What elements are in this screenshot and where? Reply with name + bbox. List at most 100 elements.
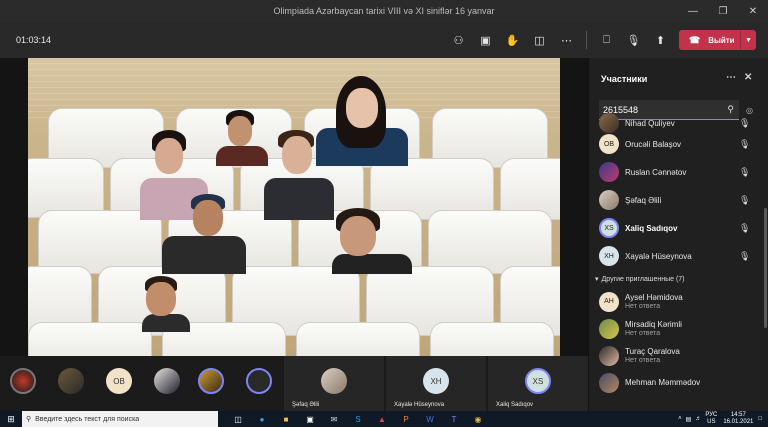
file-explorer-icon[interactable]: ■ xyxy=(274,411,298,427)
phone-hangup-icon: ☎ xyxy=(689,34,701,45)
taskbar-search-input[interactable]: ⚲ Введите здесь текст для поиска xyxy=(22,411,218,427)
avatar: XH xyxy=(599,246,619,266)
list-item[interactable]: XS Xaliq Sadıqov 🎙 xyxy=(589,214,761,242)
list-item[interactable]: Nihad Quliyev 🎙 xyxy=(589,113,761,133)
share-screen-icon[interactable]: ⬆ xyxy=(647,30,674,50)
camera-off-icon[interactable]: ⎕ xyxy=(593,30,620,50)
avatar[interactable] xyxy=(246,368,272,394)
search-icon[interactable]: ⚲ xyxy=(727,104,734,115)
participant-name: Şəfaq Əlili xyxy=(625,195,662,205)
avatar xyxy=(599,318,619,339)
avatar: XS xyxy=(525,368,551,394)
shared-video-feed xyxy=(28,58,560,356)
lang-bottom: US xyxy=(707,419,716,425)
teams-icon[interactable]: T xyxy=(442,411,466,427)
avatar[interactable] xyxy=(10,368,36,394)
avatar: XS xyxy=(599,218,619,238)
word-icon[interactable]: W xyxy=(418,411,442,427)
tile-name: Xaliq Sadıqov xyxy=(496,402,534,408)
avatar xyxy=(599,162,619,182)
participant-name: Mirsadiq Kərimli xyxy=(625,320,682,329)
participant-name: Xayalə Hüseynova xyxy=(625,251,692,261)
close-panel-icon[interactable]: ✕ xyxy=(744,72,752,83)
network-icon[interactable]: ▤ xyxy=(686,416,692,423)
store-icon[interactable]: ▣ xyxy=(298,411,322,427)
avatar: XH xyxy=(423,368,449,394)
other-invited-section[interactable]: ▾ Другие приглашенные (7) xyxy=(589,270,761,288)
participant-tile[interactable]: XH Xayalə Hüseynova xyxy=(386,356,486,411)
mic-icon: 🎙 xyxy=(739,250,751,261)
clock[interactable]: 14:57 16.01.2021 xyxy=(723,412,753,426)
participant-name: Turaç Qaralova xyxy=(625,347,680,356)
leave-label: Выйти xyxy=(708,35,735,45)
panel-title: Участники xyxy=(601,74,648,84)
more-icon[interactable]: ⋯ xyxy=(553,30,580,50)
participant-tile[interactable]: Şəfaq Əlili xyxy=(284,356,384,411)
share-tray-icon[interactable]: ◫ xyxy=(526,30,553,50)
participant-name: Orucəli Balaşov xyxy=(625,139,682,149)
mic-icon: 🎙 xyxy=(739,166,751,177)
mic-icon: 🎙 xyxy=(739,138,751,149)
avatar[interactable] xyxy=(198,368,224,394)
meeting-toolbar: 01:03:14 ⚇ ▣ ✋ ◫ ⋯ ⎕ 🎙 ⬆ ☎ Выйти ▼ xyxy=(0,22,768,58)
list-item[interactable]: Turaç Qaralova Нет ответа xyxy=(589,342,761,369)
seat xyxy=(430,322,554,356)
participant-name: Mehman Məmmədov xyxy=(625,378,701,387)
leave-button[interactable]: ☎ Выйти ▼ xyxy=(679,30,756,50)
avatar[interactable] xyxy=(58,368,84,394)
windows-start-icon[interactable]: ⊞ xyxy=(0,411,22,427)
view-icon[interactable]: ◎ xyxy=(746,106,753,115)
clock-time: 14:57 xyxy=(730,412,746,418)
tile-name: Xayalə Hüseynova xyxy=(394,402,445,408)
participant-status: Нет ответа xyxy=(625,330,661,337)
participant-name: Ruslan Cənnətov xyxy=(625,167,687,177)
chat-icon[interactable]: ▣ xyxy=(472,30,499,50)
participant-list: Nihad Quliyev 🎙 OB Orucəli Balaşov 🎙 Rus… xyxy=(589,113,761,396)
edge-icon[interactable]: ● xyxy=(250,411,274,427)
os-taskbar: ⊞ ⚲ Введите здесь текст для поиска ◫ ● ■… xyxy=(0,411,768,427)
seat xyxy=(28,322,152,356)
participant-name: Xaliq Sadıqov xyxy=(625,223,678,233)
avatar xyxy=(599,345,619,366)
list-item[interactable]: Mehman Məmmədov xyxy=(589,369,761,396)
pdf-icon[interactable]: ▲ xyxy=(370,411,394,427)
people-icon[interactable]: ⚇ xyxy=(445,30,472,50)
mic-icon: 🎙 xyxy=(739,222,751,233)
avatar: OB xyxy=(599,134,619,154)
chevron-down-icon: ▾ xyxy=(595,276,599,283)
minimize-icon[interactable]: — xyxy=(678,0,708,22)
volume-icon[interactable]: ♬ xyxy=(695,416,701,422)
chrome-icon[interactable]: ◉ xyxy=(466,411,490,427)
participant-tile[interactable]: XS Xaliq Sadıqov xyxy=(488,356,588,411)
list-item[interactable]: Mirsadiq Kərimli Нет ответа xyxy=(589,315,761,342)
section-label: Другие приглашенные (7) xyxy=(601,275,685,283)
skype-icon[interactable]: S xyxy=(346,411,370,427)
mic-icon[interactable]: 🎙 xyxy=(620,30,647,50)
tray-chevron-icon[interactable]: ˄ xyxy=(678,416,682,422)
task-view-icon[interactable]: ◫ xyxy=(226,411,250,427)
window-controls: — ❐ ✕ xyxy=(678,0,768,22)
language-indicator[interactable]: РУС US xyxy=(705,412,717,426)
avatar[interactable] xyxy=(154,368,180,394)
lang-top: РУС xyxy=(705,412,718,418)
maximize-icon[interactable]: ❐ xyxy=(708,0,738,22)
list-item[interactable]: XH Xayalə Hüseynova 🎙 xyxy=(589,242,761,270)
seat xyxy=(428,210,552,274)
list-item[interactable]: Ruslan Cənnətov 🎙 xyxy=(589,158,761,186)
list-item[interactable]: OB Orucəli Balaşov 🎙 xyxy=(589,130,761,158)
raise-hand-icon[interactable]: ✋ xyxy=(499,30,526,50)
more-options-icon[interactable]: ⋯ xyxy=(726,72,736,83)
search-icon: ⚲ xyxy=(26,416,32,423)
close-window-icon[interactable]: ✕ xyxy=(738,0,768,22)
mail-icon[interactable]: ✉ xyxy=(322,411,346,427)
chevron-down-icon[interactable]: ▼ xyxy=(740,30,756,50)
avatar xyxy=(599,190,619,210)
mic-icon: 🎙 xyxy=(739,117,751,128)
panel-scrollbar[interactable] xyxy=(764,208,767,328)
list-item[interactable]: AH Aysel Həmidova Нет ответа xyxy=(589,288,761,315)
list-item[interactable]: Şəfaq Əlili 🎙 xyxy=(589,186,761,214)
avatar[interactable]: OB xyxy=(106,368,132,394)
powerpoint-icon[interactable]: P xyxy=(394,411,418,427)
notifications-icon[interactable]: □ xyxy=(758,416,762,422)
seat xyxy=(296,322,420,356)
